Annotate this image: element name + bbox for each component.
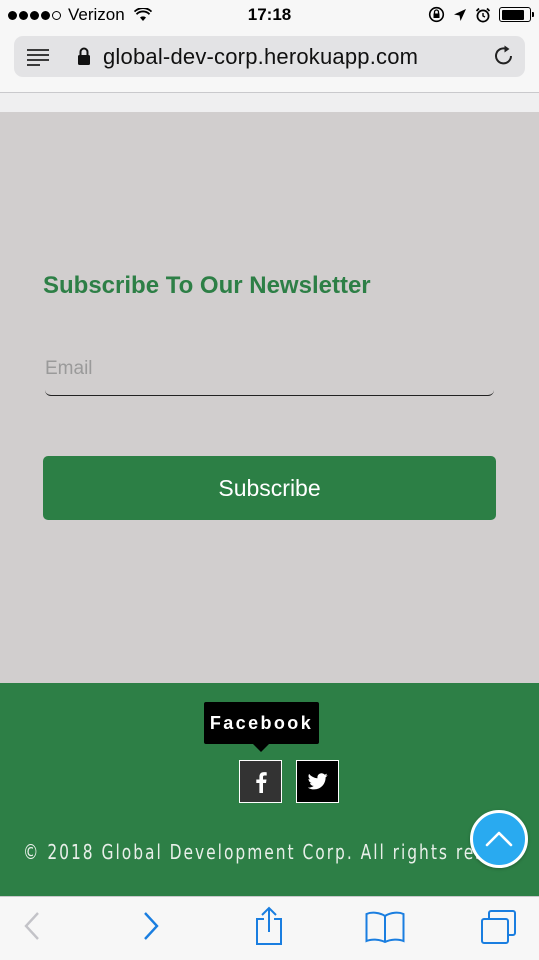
tooltip-arrow — [253, 744, 269, 752]
reader-view-icon[interactable] — [26, 48, 50, 66]
facebook-tooltip: Facebook — [204, 702, 319, 744]
twitter-button[interactable] — [296, 760, 339, 803]
subscribe-button[interactable]: Subscribe — [43, 456, 496, 520]
page-strip — [0, 94, 539, 112]
url-text[interactable]: global-dev-corp.herokuapp.com — [103, 44, 418, 70]
chevron-up-icon — [485, 831, 513, 847]
lock-icon — [78, 47, 90, 65]
forward-icon[interactable] — [141, 909, 161, 943]
battery-fill — [501, 9, 525, 20]
status-bar: Verizon 17:18 — [0, 0, 539, 30]
bookmarks-icon[interactable] — [365, 911, 405, 943]
back-to-top-button[interactable] — [470, 810, 528, 868]
address-bar[interactable]: global-dev-corp.herokuapp.com — [14, 36, 525, 77]
location-arrow-icon — [454, 8, 466, 21]
copyright-text: © 2018 Global Development Corp. All righ… — [23, 840, 497, 864]
tabs-icon[interactable] — [480, 909, 518, 945]
reload-icon[interactable] — [493, 45, 515, 67]
newsletter-section: Subscribe To Our Newsletter Subscribe — [0, 112, 539, 683]
status-right — [428, 6, 534, 23]
email-field[interactable] — [45, 342, 494, 396]
facebook-button[interactable] — [239, 760, 282, 803]
newsletter-title: Subscribe To Our Newsletter — [43, 272, 371, 299]
address-area: global-dev-corp.herokuapp.com — [0, 30, 539, 93]
twitter-icon — [307, 773, 328, 790]
rotation-lock-icon — [428, 6, 445, 23]
share-icon[interactable] — [254, 906, 284, 946]
facebook-icon — [255, 771, 267, 793]
alarm-clock-icon — [475, 7, 491, 22]
safari-toolbar — [0, 896, 539, 960]
back-icon[interactable] — [22, 909, 42, 943]
battery-icon — [499, 7, 534, 22]
footer: Facebook © 2018 Global Development Corp.… — [0, 683, 539, 896]
